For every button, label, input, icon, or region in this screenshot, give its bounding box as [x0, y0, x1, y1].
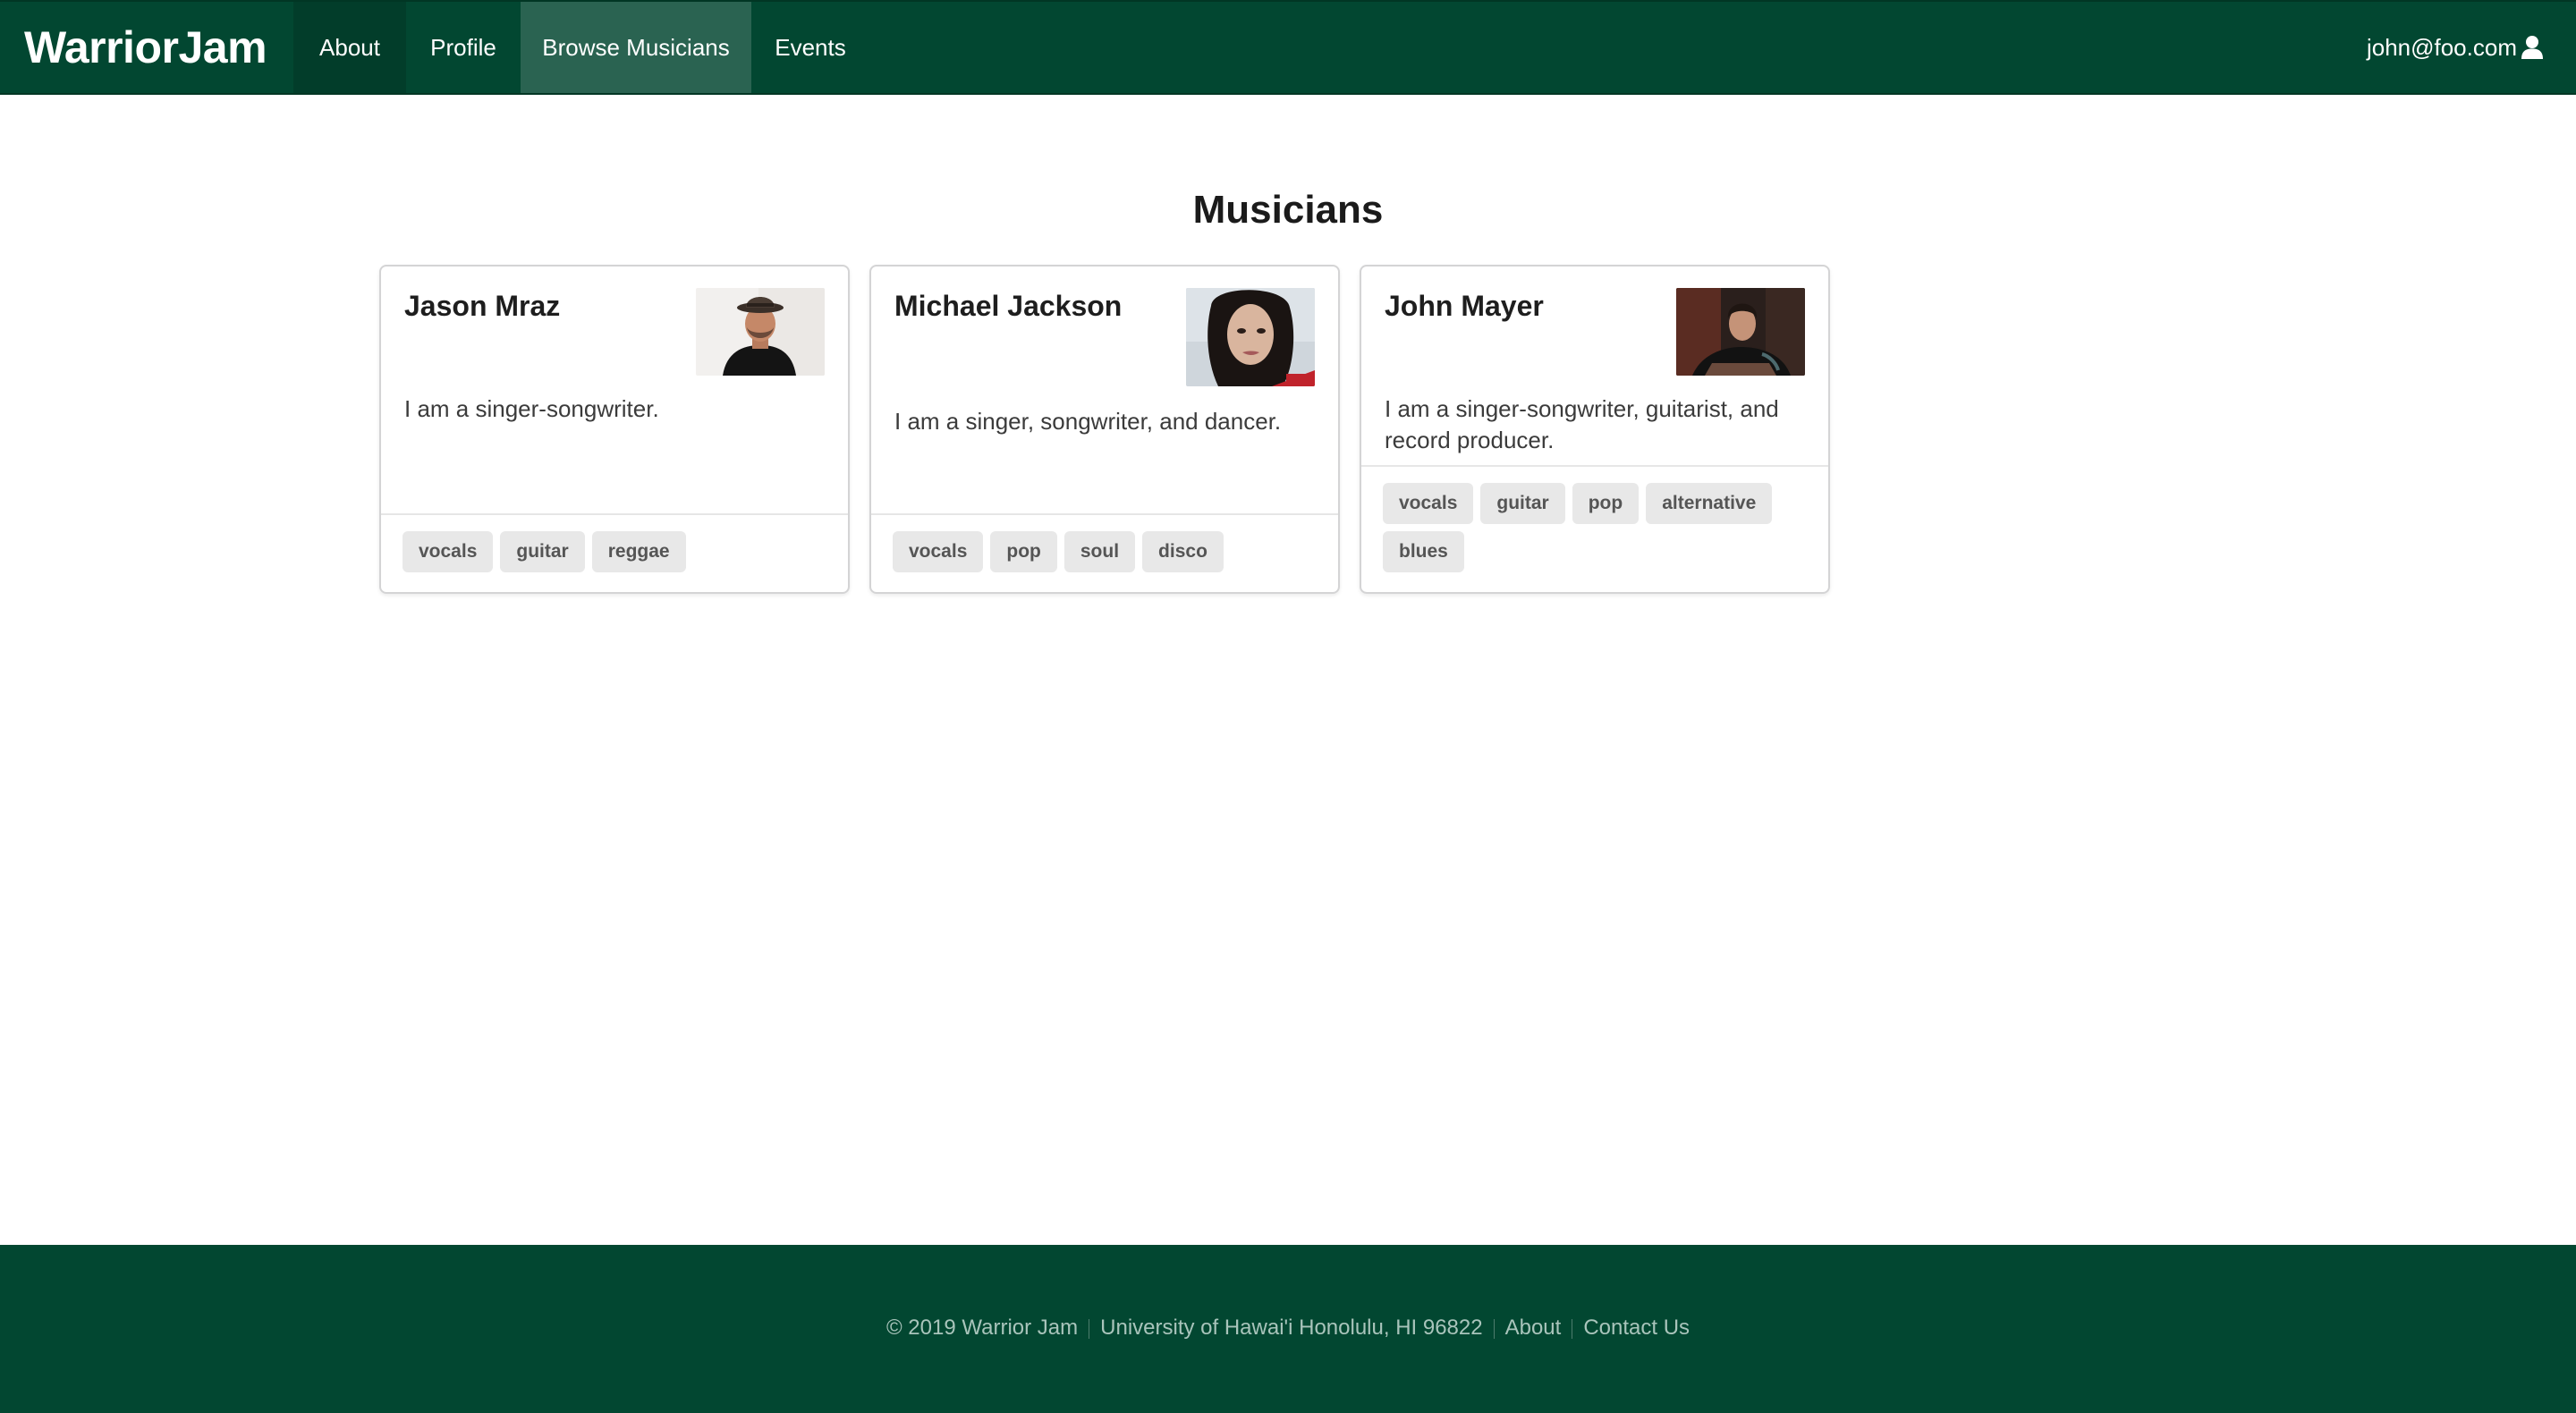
footer-contact-link[interactable]: Contact Us — [1583, 1316, 1690, 1341]
footer-divider — [1493, 1319, 1495, 1339]
footer: © 2019 Warrior Jam University of Hawai'i… — [0, 1245, 2576, 1413]
tag[interactable]: reggae — [591, 531, 686, 572]
tag[interactable]: alternative — [1646, 483, 1773, 524]
tag[interactable]: vocals — [1383, 483, 1474, 524]
nav-about[interactable]: About — [293, 2, 406, 93]
user-icon — [2521, 35, 2544, 60]
tag[interactable]: guitar — [1480, 483, 1565, 524]
nav-events[interactable]: Events — [751, 2, 869, 93]
nav-profile[interactable]: Profile — [406, 2, 521, 93]
card-content: John Mayer I am a singer-songwriter, gui… — [1361, 267, 1828, 465]
card-content: Jason Mraz I am a singer-songwriter. — [381, 267, 848, 513]
page-title: Musicians — [1192, 188, 1384, 232]
user-menu[interactable]: john@foo.com — [2367, 2, 2576, 93]
tag[interactable]: pop — [990, 531, 1057, 572]
tag[interactable]: vocals — [402, 531, 494, 572]
musician-card[interactable]: John Mayer I am a singer-songwriter, gui… — [1360, 265, 1830, 594]
tag[interactable]: blues — [1383, 531, 1464, 572]
card-description: I am a singer, songwriter, and dancer. — [894, 408, 1282, 435]
musician-cards: Jason Mraz I am a singer-songwriter. voc… — [379, 265, 1830, 594]
tag[interactable]: guitar — [500, 531, 585, 572]
footer-about-link[interactable]: About — [1505, 1316, 1562, 1341]
tag[interactable]: pop — [1572, 483, 1640, 524]
tag[interactable]: soul — [1063, 531, 1136, 572]
card-description: I am a singer-songwriter, guitarist, and… — [1385, 395, 1779, 453]
footer-address: University of Hawai'i Honolulu, HI 96822 — [1100, 1316, 1483, 1340]
card-tags: vocals pop soul disco — [871, 513, 1338, 592]
card-tags: vocals guitar reggae — [381, 513, 848, 592]
brand-logo[interactable]: WarriorJam — [0, 2, 293, 93]
musician-photo — [696, 288, 825, 376]
footer-copyright: © 2019 Warrior Jam — [886, 1316, 1079, 1340]
musician-card[interactable]: Jason Mraz I am a singer-songwriter. voc… — [379, 265, 850, 594]
musician-card[interactable]: Michael Jackson I am a singer, songwrite… — [869, 265, 1340, 594]
tag[interactable]: vocals — [893, 531, 984, 572]
nav-browse-musicians[interactable]: Browse Musicians — [521, 2, 751, 93]
musician-photo — [1186, 288, 1315, 386]
card-tags: vocals guitar pop alternative blues — [1361, 465, 1828, 592]
musician-photo — [1676, 288, 1805, 376]
user-email: john@foo.com — [2366, 33, 2517, 61]
card-content: Michael Jackson I am a singer, songwrite… — [871, 267, 1338, 513]
card-description: I am a singer-songwriter. — [404, 395, 659, 422]
tag[interactable]: disco — [1142, 531, 1224, 572]
top-navbar: WarriorJam About Profile Browse Musician… — [0, 0, 2576, 95]
